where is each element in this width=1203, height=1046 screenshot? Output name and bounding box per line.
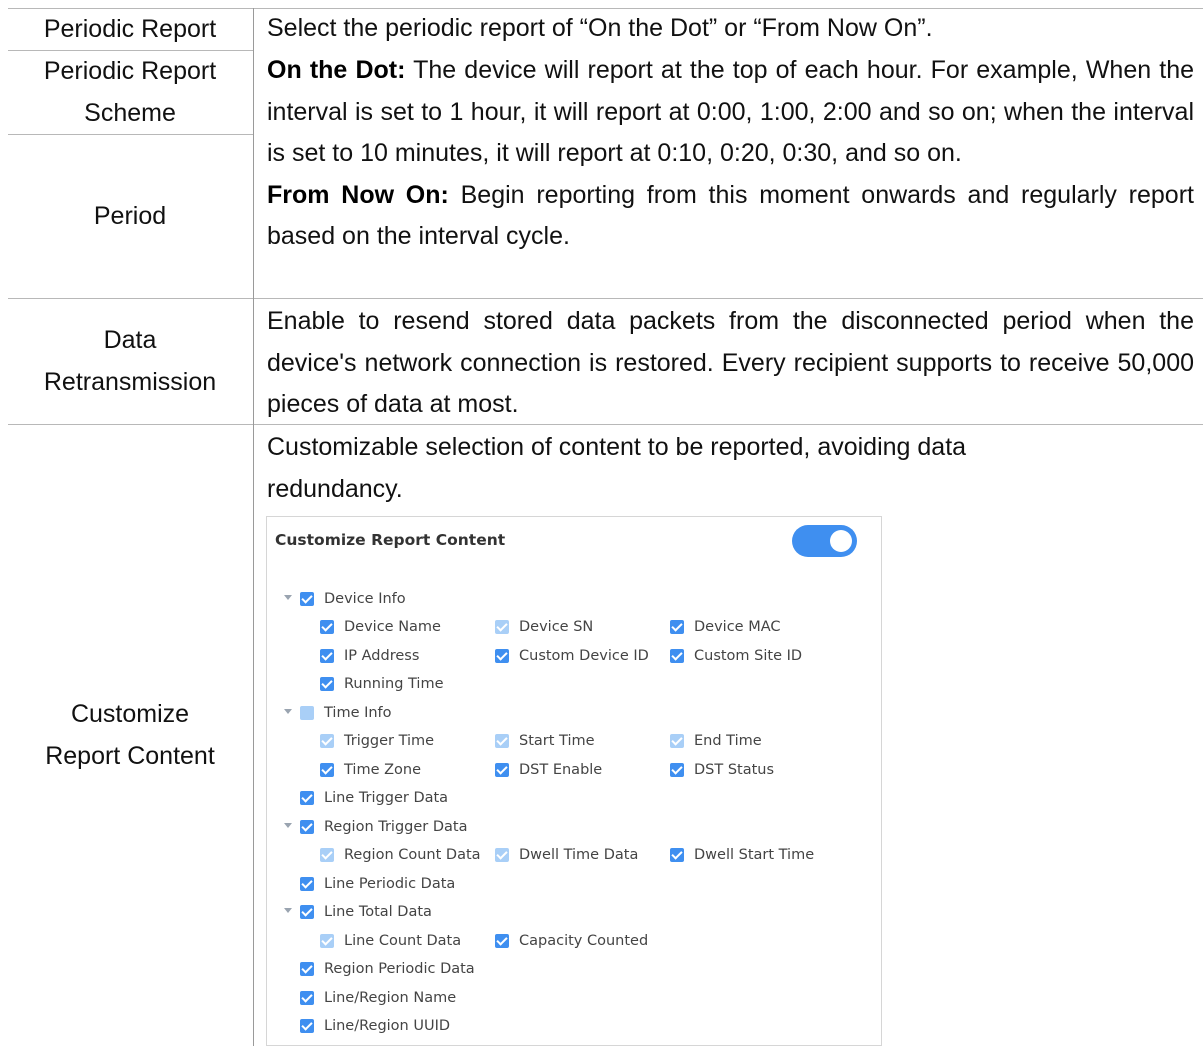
settings-table: Periodic Report Select the periodic repo… [8,8,1203,1046]
toggle-knob [830,530,852,552]
desc-periodic-report: Select the periodic report of “On the Do… [267,14,933,42]
label-periodic-report: Periodic Report [43,15,217,43]
checkbox-icon [300,791,314,805]
checkbox-icon [300,991,314,1005]
checkbox-icon [495,620,509,634]
checkbox-dwell-time-data[interactable]: Dwell Time Data [495,841,638,869]
chevron-down-icon[interactable] [284,709,292,714]
checkbox-custom-site-id[interactable]: Custom Site ID [670,642,802,670]
checkbox-dst-status[interactable]: DST Status [670,756,774,784]
checkbox-icon [320,620,334,634]
checkbox-icon [670,620,684,634]
chevron-down-icon[interactable] [284,823,292,828]
from-now-on-keyword: From Now On: [267,180,449,209]
checkbox-ip-address[interactable]: IP Address [320,642,419,670]
checkbox-trigger-time[interactable]: Trigger Time [320,727,434,755]
customize-report-content-panel: Customize Report Content Device Info Dev… [266,516,882,1046]
checkbox-dwell-start-time[interactable]: Dwell Start Time [670,841,814,869]
checkbox-line-region-name[interactable]: Line/Region Name [300,984,456,1012]
checkbox-icon [320,677,334,691]
checkbox-icon [300,706,314,720]
checkbox-icon [300,592,314,606]
chevron-down-icon[interactable] [284,595,292,600]
checkbox-icon [670,734,684,748]
checkbox-icon [320,649,334,663]
checkbox-device-sn[interactable]: Device SN [495,613,593,641]
checkbox-icon [300,962,314,976]
checkbox-icon [320,734,334,748]
enable-toggle[interactable] [792,525,857,557]
checkbox-icon [495,734,509,748]
panel-title: Customize Report Content [275,531,506,549]
label-period: Period [93,202,167,230]
checkbox-line-region-uuid[interactable]: Line/Region UUID [300,1012,450,1040]
checkbox-start-time[interactable]: Start Time [495,727,595,755]
checkbox-time-info[interactable]: Time Info [300,699,392,727]
checkbox-line-trigger-data[interactable]: Line Trigger Data [300,784,448,812]
checkbox-icon [320,763,334,777]
checkbox-icon [320,934,334,948]
checkbox-region-trigger-data[interactable]: Region Trigger Data [300,813,468,841]
checkbox-dst-enable[interactable]: DST Enable [495,756,602,784]
checkbox-line-periodic-data[interactable]: Line Periodic Data [300,870,455,898]
checkbox-icon [300,820,314,834]
checkbox-icon [670,848,684,862]
checkbox-capacity-counted[interactable]: Capacity Counted [495,927,648,955]
checkbox-icon [495,848,509,862]
label-data-retransmission: Data Retransmission [43,326,217,396]
checkbox-icon [495,763,509,777]
checkbox-time-zone[interactable]: Time Zone [320,756,421,784]
checkbox-icon [320,848,334,862]
label-periodic-report-scheme: Periodic Report Scheme [43,57,217,127]
checkbox-running-time[interactable]: Running Time [320,670,444,698]
checkbox-icon [495,649,509,663]
checkbox-icon [300,905,314,919]
checkbox-device-mac[interactable]: Device MAC [670,613,781,641]
checkbox-icon [670,649,684,663]
checkbox-device-info[interactable]: Device Info [300,585,406,613]
checkbox-icon [670,763,684,777]
checkbox-line-count-data[interactable]: Line Count Data [320,927,461,955]
checkbox-icon [300,1019,314,1033]
checkbox-region-periodic-data[interactable]: Region Periodic Data [300,955,475,983]
desc-period: On the Dot: The device will report at th… [267,56,1194,250]
desc-customize-report-content: Customizable selection of content to be … [267,433,967,503]
checkbox-device-name[interactable]: Device Name [320,613,441,641]
checkbox-icon [300,877,314,891]
checkbox-icon [495,934,509,948]
desc-data-retransmission: Enable to resend stored data packets fro… [267,307,1194,418]
checkbox-custom-device-id[interactable]: Custom Device ID [495,642,649,670]
checkbox-line-total-data[interactable]: Line Total Data [300,898,432,926]
on-the-dot-keyword: On the Dot: [267,56,406,84]
checkbox-end-time[interactable]: End Time [670,727,762,755]
column-divider [253,8,254,1046]
label-customize-report-content: Customize Report Content [45,700,215,770]
checkbox-region-count-data[interactable]: Region Count Data [320,841,481,869]
chevron-down-icon[interactable] [284,908,292,913]
